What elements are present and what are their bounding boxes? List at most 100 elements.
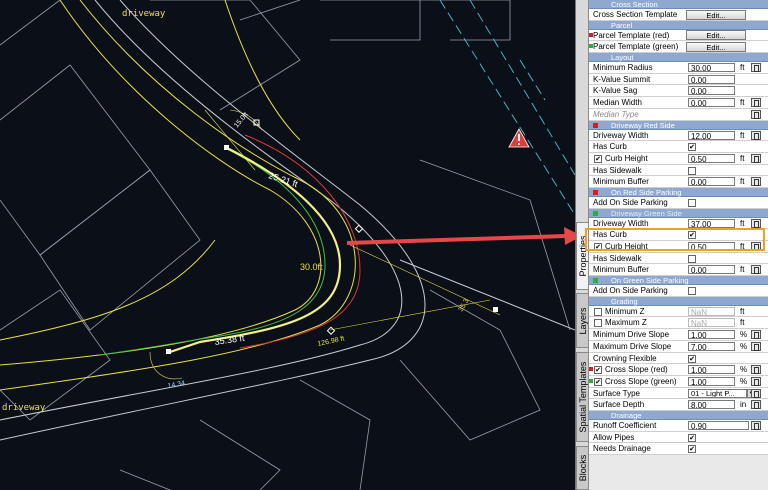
crowning-checkbox[interactable]: ✔ [688, 354, 696, 363]
surface-type-select[interactable]: 01 - Light P... [688, 388, 747, 398]
vertex-marker[interactable] [354, 224, 364, 233]
surface-depth-input[interactable]: 8.00 [688, 400, 735, 410]
row-red-min-buffer: Minimum Buffer 0.00 ft [589, 176, 768, 188]
row-parcel-red: Parcel Template (red) Edit... [589, 29, 768, 42]
min-radius-input[interactable]: 30.00 [688, 63, 735, 73]
row-allow-pipes: Allow Pipes ✔ [589, 431, 768, 444]
row-cross-slope-green: ✔ Cross Slope (green) 1.00 % [589, 375, 768, 388]
section-green-parking[interactable]: On Green Side Parking [589, 276, 768, 286]
site-plan-drawing[interactable]: driveway driveway 25.21 ft 30.0ft 35.38 … [0, 0, 575, 490]
max-slope-input[interactable]: 7.00 [688, 341, 735, 352]
green-has-sidewalk-checkbox[interactable] [688, 254, 696, 263]
row-green-add-parking: Add On Side Parking [589, 285, 768, 297]
edit-parcel-green-button[interactable]: Edit... [686, 41, 746, 52]
road-label-top: driveway [122, 9, 166, 19]
callout-arrow [346, 227, 575, 245]
row-green-has-curb: Has Curb ✔ [589, 229, 768, 241]
k-summit-input[interactable]: 0.00 [688, 74, 735, 85]
row-surface-depth: Surface Depth 8.00 in [589, 399, 768, 411]
pick-icon[interactable] [751, 330, 761, 340]
row-red-has-curb: Has Curb ✔ [589, 141, 768, 153]
pick-icon[interactable] [751, 218, 761, 228]
green-has-curb-checkbox[interactable]: ✔ [688, 231, 696, 240]
endpoint-handle[interactable] [493, 307, 498, 312]
pick-icon[interactable] [751, 376, 761, 386]
row-green-has-sidewalk: Has Sidewalk [589, 252, 768, 265]
needs-drainage-checkbox[interactable]: ✔ [688, 445, 696, 454]
min-z-input[interactable]: NaN [688, 306, 735, 317]
min-z-checkbox[interactable] [594, 307, 602, 316]
side-tab-strip: Properties Layers Spatial Templates Bloc… [575, 0, 589, 490]
dim-bottom: 14.34 [167, 380, 186, 390]
red-has-sidewalk-checkbox[interactable] [688, 166, 696, 175]
warning-triangle-icon[interactable] [508, 128, 530, 148]
runoff-input[interactable]: 0.90 [688, 420, 749, 431]
driveway-centerline[interactable] [169, 147, 342, 354]
row-k-summit: K-Value Summit 0.00 [589, 73, 768, 86]
cad-viewport[interactable]: driveway driveway 25.21 ft 30.0ft 35.38 … [0, 0, 575, 490]
section-drainage[interactable]: Drainage [589, 410, 768, 420]
green-swatch [589, 378, 593, 383]
green-add-parking-checkbox[interactable] [688, 287, 696, 296]
section-green-side[interactable]: Driveway Green Side [589, 208, 768, 218]
median-width-input[interactable]: 0.00 [688, 98, 735, 108]
row-red-add-parking: Add On Side Parking [589, 196, 768, 209]
green-curb-height-input[interactable]: 0.50 [688, 242, 735, 252]
section-cross-section[interactable]: Cross Section [589, 0, 768, 9]
row-needs-drainage: Needs Drainage ✔ [589, 443, 768, 455]
red-has-curb-checkbox[interactable]: ✔ [688, 143, 696, 152]
pick-icon[interactable] [751, 265, 761, 275]
red-min-buffer-input[interactable]: 0.00 [688, 177, 735, 187]
road-label-bottom: driveway [2, 403, 46, 413]
green-swatch [593, 210, 598, 216]
k-sag-input[interactable]: 0.00 [688, 86, 735, 96]
row-cross-section-template: Cross Section Template Edit... [589, 9, 768, 21]
pick-icon[interactable] [751, 109, 761, 119]
section-red-parking[interactable]: On Red Side Parking [589, 187, 768, 197]
pick-icon[interactable] [751, 420, 761, 430]
pick-icon[interactable] [751, 400, 761, 410]
max-z-input[interactable]: NaN [688, 318, 735, 328]
dim-mid: 30.0ft [300, 262, 323, 272]
endpoint-handle[interactable] [166, 349, 171, 354]
cross-slope-red-input[interactable]: 1.00 [688, 365, 735, 375]
cross-slope-red-checkbox[interactable]: ✔ [594, 366, 602, 375]
section-layout[interactable]: Layout [589, 53, 768, 63]
red-curb-height-input[interactable]: 0.50 [688, 153, 735, 164]
endpoint-handle[interactable] [224, 145, 229, 150]
vertex-marker[interactable] [326, 326, 336, 335]
pick-icon[interactable] [751, 177, 761, 187]
row-min-radius: Minimum Radius 30.00 ft [589, 62, 768, 74]
cross-slope-green-checkbox[interactable]: ✔ [594, 377, 602, 386]
max-z-checkbox[interactable] [594, 319, 602, 328]
red-add-parking-checkbox[interactable] [688, 198, 696, 207]
edit-cross-section-button[interactable]: Edit... [686, 9, 746, 20]
green-min-buffer-input[interactable]: 0.00 [688, 265, 735, 275]
pick-icon[interactable] [751, 341, 761, 351]
red-swatch [593, 189, 598, 195]
pick-icon[interactable] [751, 153, 761, 163]
pick-icon[interactable] [751, 130, 761, 140]
dim-side: 35.3 [458, 298, 471, 313]
row-max-z: Maximum Z NaN ft [589, 317, 768, 330]
row-median-type: Median Type [589, 108, 768, 121]
allow-pipes-checkbox[interactable]: ✔ [688, 433, 696, 442]
row-surface-type: Surface Type 01 - Light P... ▼ [589, 387, 768, 400]
pick-icon[interactable] [751, 365, 761, 375]
section-red-side[interactable]: Driveway Red Side [589, 120, 768, 130]
pick-icon[interactable] [751, 63, 761, 73]
red-curb-height-checkbox[interactable]: ✔ [594, 154, 602, 163]
pick-icon[interactable] [751, 98, 761, 108]
row-min-z: Minimum Z NaN ft [589, 305, 768, 318]
pick-icon[interactable] [751, 242, 761, 251]
cross-slope-green-input[interactable]: 1.00 [688, 376, 735, 387]
section-parcel[interactable]: Parcel [589, 20, 768, 30]
section-grading[interactable]: Grading [589, 296, 768, 306]
min-slope-input[interactable]: 1.00 [688, 330, 735, 340]
edit-parcel-red-button[interactable]: Edit... [686, 30, 746, 41]
green-curb-height-checkbox[interactable]: ✔ [594, 243, 602, 251]
parcel-outlines [0, 0, 571, 490]
pick-icon[interactable] [751, 388, 761, 398]
green-width-input[interactable]: 37.00 [688, 218, 735, 229]
red-width-input[interactable]: 12.00 [688, 130, 735, 141]
